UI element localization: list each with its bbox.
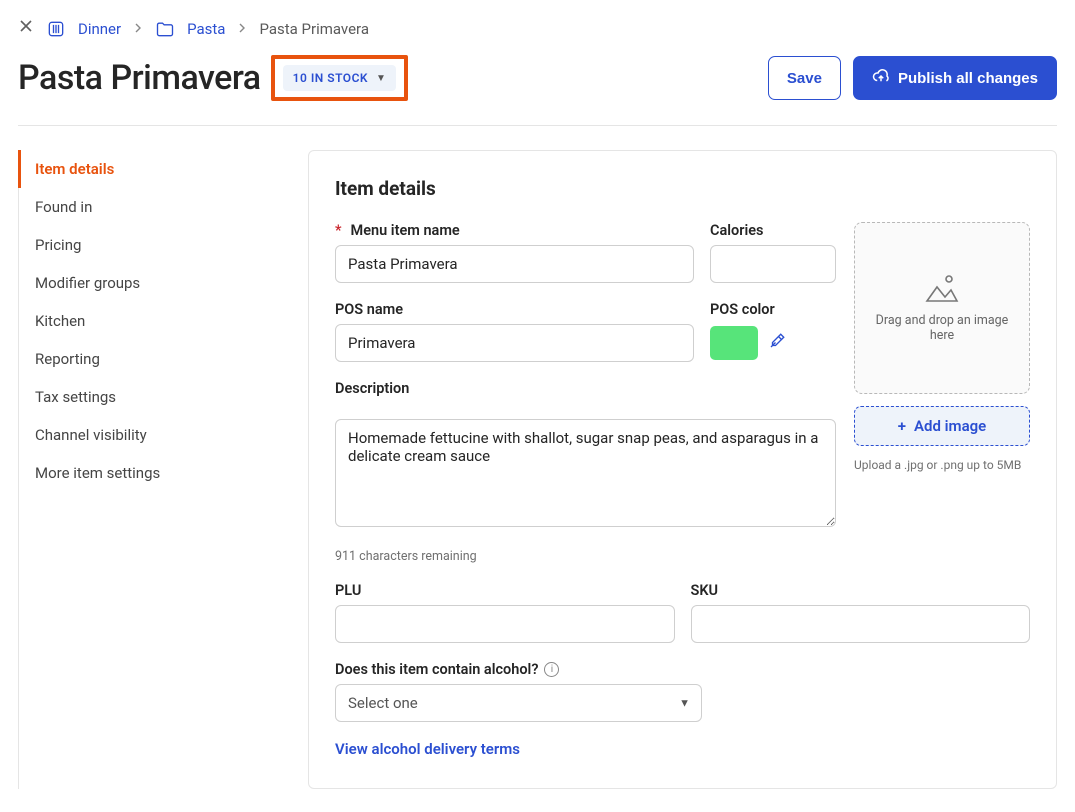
publish-label: Publish all changes — [898, 70, 1038, 87]
stock-highlight: 10 IN STOCK ▼ — [271, 55, 409, 101]
side-nav: Item details Found in Pricing Modifier g… — [18, 150, 278, 789]
folder-icon — [155, 20, 175, 38]
caret-down-icon: ▼ — [376, 73, 386, 84]
chevron-right-icon — [237, 21, 247, 37]
menu-item-name-label: *Menu item name — [335, 222, 694, 239]
alcohol-label: Does this item contain alcohol? i — [335, 661, 1030, 678]
sidenav-item-reporting[interactable]: Reporting — [19, 340, 278, 378]
pos-name-input[interactable] — [335, 324, 694, 362]
sidenav-item-modifiers[interactable]: Modifier groups — [19, 264, 278, 302]
stock-dropdown[interactable]: 10 IN STOCK ▼ — [283, 65, 397, 91]
sidenav-item-details[interactable]: Item details — [18, 150, 278, 188]
sidenav-item-more[interactable]: More item settings — [19, 454, 278, 492]
sidenav-item-kitchen[interactable]: Kitchen — [19, 302, 278, 340]
alcohol-terms-link[interactable]: View alcohol delivery terms — [335, 740, 520, 758]
sidenav-item-pricing[interactable]: Pricing — [19, 226, 278, 264]
breadcrumb-level1[interactable]: Dinner — [78, 20, 121, 38]
title-row: Pasta Primavera 10 IN STOCK ▼ Save Publi… — [18, 49, 1057, 126]
chars-remaining: 911 characters remaining — [335, 549, 836, 564]
upload-hint: Upload a .jpg or .png up to 5MB — [854, 458, 1030, 472]
eyedropper-icon[interactable] — [768, 332, 786, 355]
breadcrumb: Dinner Pasta Pasta Primavera — [18, 18, 1057, 49]
description-input[interactable] — [335, 419, 836, 527]
sku-label: SKU — [691, 582, 1031, 599]
sidenav-item-tax[interactable]: Tax settings — [19, 378, 278, 416]
dropzone-text: Drag and drop an image here — [863, 313, 1021, 343]
breadcrumb-current: Pasta Primavera — [259, 20, 369, 38]
menu-book-icon — [46, 19, 66, 39]
info-icon[interactable]: i — [544, 662, 559, 677]
close-icon[interactable] — [18, 18, 34, 39]
breadcrumb-level2[interactable]: Pasta — [187, 20, 225, 38]
main-panel: Item details *Menu item name Calories — [308, 150, 1057, 789]
sku-input[interactable] — [691, 605, 1031, 643]
alcohol-select[interactable]: Select one — [335, 684, 702, 722]
calories-input[interactable] — [710, 245, 836, 283]
save-button[interactable]: Save — [768, 56, 841, 100]
image-dropzone[interactable]: Drag and drop an image here — [854, 222, 1030, 394]
cloud-upload-icon — [872, 67, 890, 89]
calories-label: Calories — [710, 222, 836, 239]
sidenav-item-foundin[interactable]: Found in — [19, 188, 278, 226]
sidenav-item-channel[interactable]: Channel visibility — [19, 416, 278, 454]
pos-color-label: POS color — [710, 301, 836, 318]
menu-item-name-input[interactable] — [335, 245, 694, 283]
pos-name-label: POS name — [335, 301, 694, 318]
add-image-label: Add image — [914, 417, 986, 435]
plus-icon: + — [898, 417, 906, 435]
add-image-button[interactable]: + Add image — [854, 406, 1030, 446]
description-label: Description — [335, 380, 836, 397]
section-title: Item details — [335, 177, 1030, 200]
plu-input[interactable] — [335, 605, 675, 643]
plu-label: PLU — [335, 582, 675, 599]
stock-label: 10 IN STOCK — [293, 71, 368, 85]
page-title: Pasta Primavera — [18, 58, 261, 98]
pos-color-swatch[interactable] — [710, 326, 758, 360]
chevron-right-icon — [133, 21, 143, 37]
publish-button[interactable]: Publish all changes — [853, 56, 1057, 100]
